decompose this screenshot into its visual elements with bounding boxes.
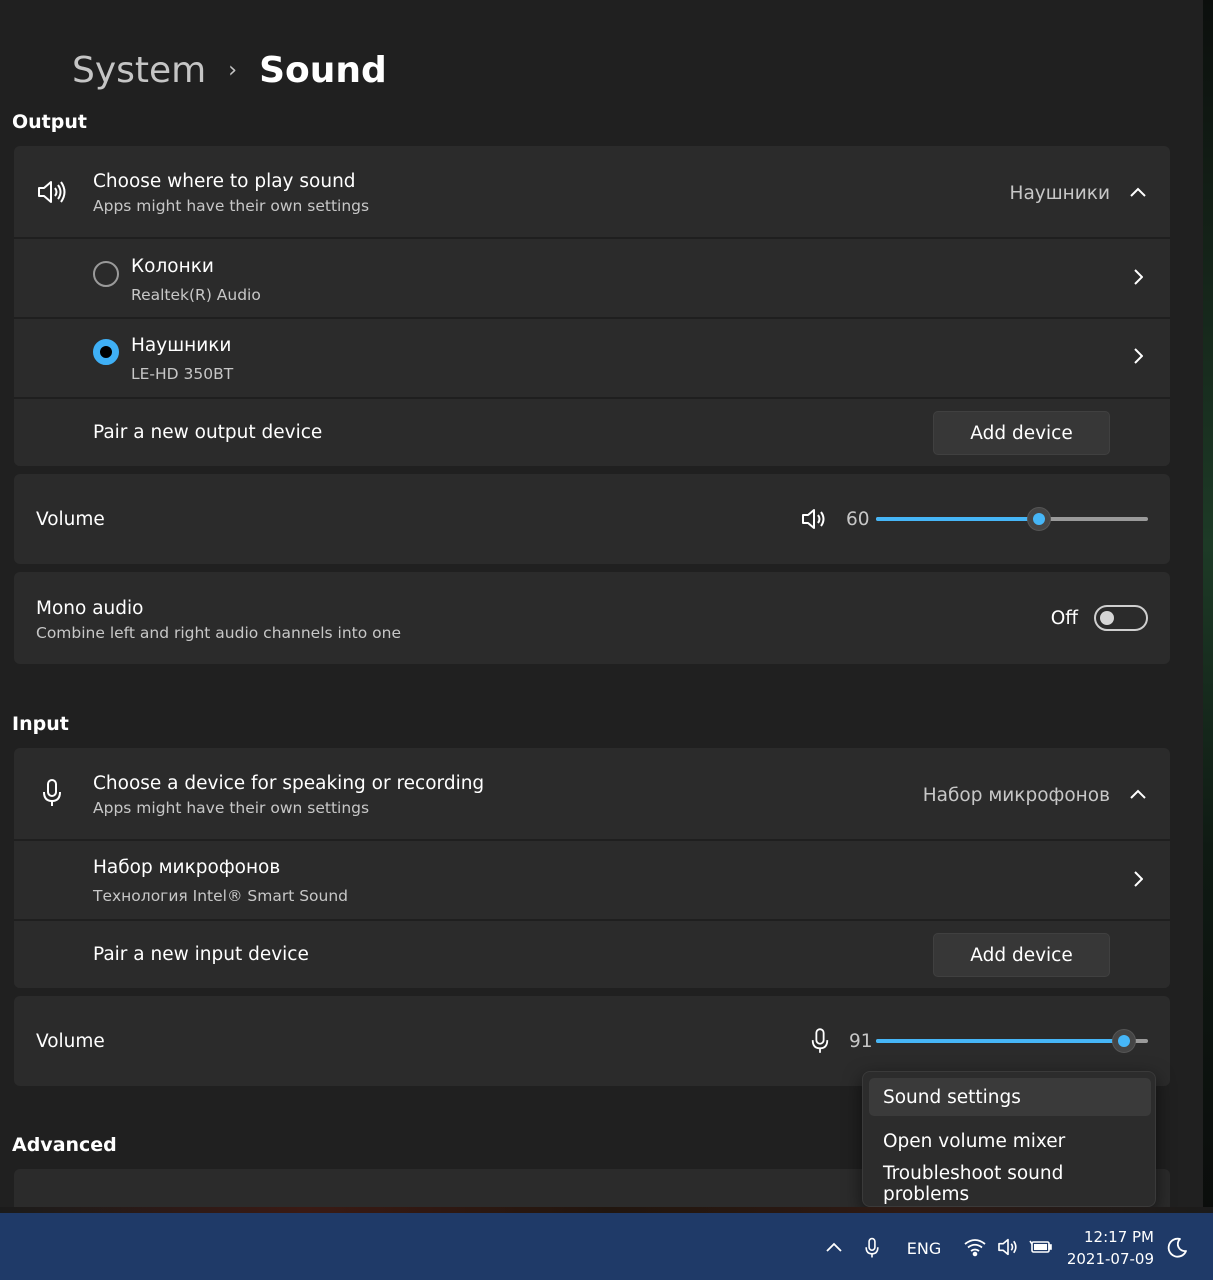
mono-audio-title: Mono audio	[36, 598, 144, 619]
radio-headphones[interactable]	[93, 339, 119, 365]
input-device-driver: Технология Intel® Smart Sound	[93, 887, 349, 905]
output-volume-card: Volume 60	[14, 474, 1170, 564]
menu-item-sound-settings[interactable]: Sound settings	[869, 1078, 1151, 1116]
clock-time: 12:17 PM	[1084, 1228, 1154, 1246]
output-device-row-speakers[interactable]: Колонки Realtek(R) Audio	[14, 237, 1170, 317]
microphone-icon[interactable]	[862, 1235, 882, 1261]
add-input-device-button[interactable]: Add device	[933, 933, 1110, 977]
mono-audio-subtitle: Combine left and right audio channels in…	[36, 624, 401, 642]
input-volume-slider[interactable]	[876, 1029, 1148, 1053]
settings-window: System › Sound Output Choose where to pl…	[0, 0, 1203, 1213]
menu-item-open-volume-mixer[interactable]: Open volume mixer	[869, 1122, 1151, 1160]
slider-thumb[interactable]	[1027, 507, 1051, 531]
output-volume-slider[interactable]	[876, 507, 1148, 531]
taskbar: ENG 12:17 PM 2021-07-09	[0, 1213, 1213, 1280]
mono-audio-toggle[interactable]	[1094, 605, 1148, 631]
output-section-title: Output	[12, 111, 87, 133]
output-device-row-headphones[interactable]: Наушники LE-HD 350BT	[14, 317, 1170, 397]
chevron-up-icon[interactable]	[1128, 182, 1148, 202]
output-volume-value: 60	[846, 509, 870, 530]
add-output-device-button[interactable]: Add device	[933, 411, 1110, 455]
pair-input-label: Pair a new input device	[93, 944, 309, 965]
output-volume-label: Volume	[36, 509, 105, 530]
output-device-driver: Realtek(R) Audio	[131, 286, 261, 304]
clock-date: 2021-07-09	[1066, 1250, 1154, 1268]
slider-thumb[interactable]	[1112, 1029, 1136, 1053]
menu-item-troubleshoot[interactable]: Troubleshoot sound problems	[869, 1163, 1151, 1205]
speaker-icon	[36, 176, 68, 208]
input-volume-value: 91	[849, 1031, 873, 1052]
input-device-name: Набор микрофонов	[93, 857, 281, 878]
slider-fill	[876, 1039, 1124, 1043]
pair-output-row: Pair a new output device Add device	[14, 397, 1170, 466]
language-indicator[interactable]: ENG	[902, 1237, 946, 1259]
output-device-card: Choose where to play sound Apps might ha…	[14, 146, 1170, 466]
pair-input-row: Pair a new input device Add device	[14, 919, 1170, 988]
breadcrumb: System › Sound	[72, 50, 387, 91]
tray-context-menu: Sound settings Open volume mixer Trouble…	[862, 1071, 1156, 1207]
chevron-right-icon[interactable]	[1128, 869, 1148, 889]
scrollbar[interactable]	[1176, 0, 1203, 1213]
output-device-driver: LE-HD 350BT	[131, 365, 234, 383]
selected-input-device: Набор микрофонов	[922, 785, 1110, 806]
selected-output-device: Наушники	[1009, 183, 1110, 204]
slider-fill	[876, 517, 1039, 521]
microphone-icon[interactable]	[808, 1026, 832, 1056]
input-device-row[interactable]: Набор микрофонов Технология Intel® Smart…	[14, 839, 1170, 919]
chevron-up-icon[interactable]	[1128, 784, 1148, 804]
choose-input-subtitle: Apps might have their own settings	[93, 799, 370, 817]
breadcrumb-separator-icon: ›	[228, 58, 238, 83]
desktop-edge	[1203, 0, 1213, 1213]
chevron-right-icon[interactable]	[1128, 267, 1148, 287]
speaker-icon[interactable]	[800, 505, 828, 533]
microphone-icon	[38, 776, 66, 810]
mono-audio-card: Mono audio Combine left and right audio …	[14, 572, 1170, 664]
choose-output-title: Choose where to play sound	[93, 171, 356, 192]
input-section-title: Input	[12, 713, 69, 735]
input-volume-label: Volume	[36, 1031, 105, 1052]
battery-icon[interactable]	[1028, 1235, 1054, 1259]
page-title: Sound	[259, 50, 387, 91]
radio-speakers[interactable]	[93, 261, 119, 287]
volume-icon[interactable]	[996, 1235, 1020, 1259]
choose-output-subtitle: Apps might have their own settings	[93, 197, 370, 215]
breadcrumb-system[interactable]: System	[72, 50, 206, 91]
input-device-card: Choose a device for speaking or recordin…	[14, 748, 1170, 988]
system-clock[interactable]: 12:17 PM 2021-07-09	[1062, 1226, 1154, 1270]
advanced-section-title: Advanced	[12, 1134, 117, 1156]
chevron-up-icon[interactable]	[824, 1237, 844, 1257]
moon-icon[interactable]	[1164, 1235, 1190, 1261]
chevron-right-icon[interactable]	[1128, 346, 1148, 366]
output-device-name: Колонки	[131, 256, 214, 277]
choose-input-row[interactable]: Choose a device for speaking or recordin…	[14, 748, 1170, 839]
choose-input-title: Choose a device for speaking or recordin…	[93, 773, 485, 794]
mono-audio-state: Off	[1050, 608, 1078, 629]
pair-output-label: Pair a new output device	[93, 422, 323, 443]
output-device-name: Наушники	[131, 335, 232, 356]
wifi-icon[interactable]	[962, 1235, 988, 1259]
choose-output-row[interactable]: Choose where to play sound Apps might ha…	[14, 146, 1170, 237]
